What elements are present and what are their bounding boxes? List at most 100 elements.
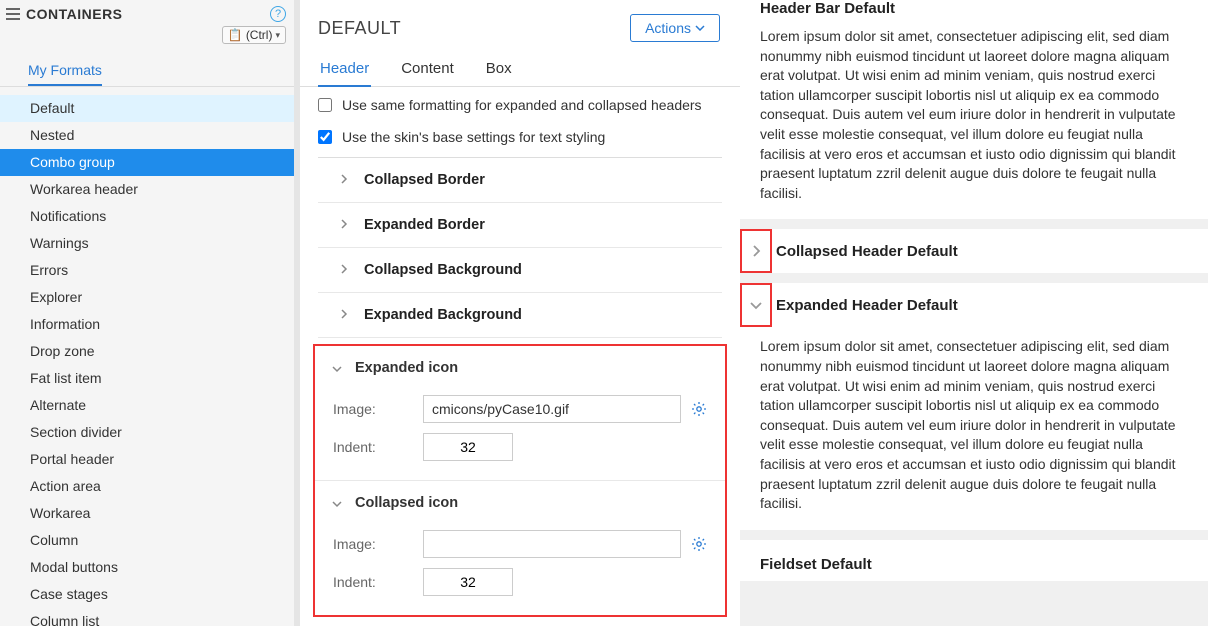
chevron-down-icon	[749, 300, 763, 310]
format-item[interactable]: Action area	[0, 473, 294, 500]
section-row[interactable]: Collapsed Border	[318, 158, 722, 203]
format-item[interactable]: Portal header	[0, 446, 294, 473]
chevron-right-icon	[338, 172, 350, 188]
preview-panel: Header Bar Default Lorem ipsum dolor sit…	[740, 0, 1208, 626]
collapsed-icon-header[interactable]: Collapsed icon	[325, 495, 715, 525]
collapsed-icon-image-row: Image:	[325, 525, 715, 563]
section-title: Collapsed Border	[364, 172, 485, 188]
section-row[interactable]: Expanded Background	[318, 293, 722, 338]
image-label: Image:	[333, 536, 413, 552]
format-item[interactable]: Column list	[0, 608, 294, 626]
settings-tab[interactable]: Header	[318, 52, 371, 87]
check-same-formatting-label: Use same formatting for expanded and col…	[342, 97, 702, 113]
section-row[interactable]: Collapsed Background	[318, 248, 722, 293]
sections-list: Collapsed Border Expanded Border Collapsed…	[300, 158, 740, 338]
format-item[interactable]: Fat list item	[0, 365, 294, 392]
collapsed-icon-title: Collapsed icon	[355, 495, 458, 511]
check-skin-base-box[interactable]	[318, 130, 332, 144]
expanded-icon-indent-input[interactable]	[423, 433, 513, 461]
ctrl-chip-label: (Ctrl)	[246, 28, 273, 42]
ctrl-chip[interactable]: 📋 (Ctrl) ▾	[222, 26, 286, 44]
format-list: DefaultNestedCombo groupWorkarea headerN…	[0, 95, 294, 626]
collapsed-chevron-box	[740, 229, 772, 273]
gear-icon[interactable]	[691, 536, 707, 552]
icon-settings-highlight: Expanded icon Image: Indent: Collapsed i…	[313, 344, 727, 617]
settings-tab[interactable]: Content	[399, 52, 456, 86]
expanded-icon-section: Expanded icon Image: Indent:	[315, 346, 725, 481]
collapsed-icon-section: Collapsed icon Image: Indent:	[315, 481, 725, 615]
section-title: Collapsed Background	[364, 262, 522, 278]
preview-collapsed-header[interactable]: Collapsed Header Default	[740, 229, 1208, 273]
format-item[interactable]: Combo group	[0, 149, 294, 176]
expanded-icon-header[interactable]: Expanded icon	[325, 360, 715, 390]
format-item[interactable]: Nested	[0, 122, 294, 149]
format-item[interactable]: Case stages	[0, 581, 294, 608]
clipboard-icon: 📋	[228, 28, 243, 42]
preview-header-bar-title: Header Bar Default	[740, 0, 1208, 27]
format-item[interactable]: Explorer	[0, 284, 294, 311]
hamburger-icon[interactable]	[6, 8, 20, 20]
chevron-right-icon	[338, 307, 350, 323]
indent-label: Indent:	[333, 574, 413, 590]
chevron-down-icon	[695, 25, 705, 31]
format-item[interactable]: Information	[0, 311, 294, 338]
caret-down-icon: ▾	[275, 30, 280, 41]
section-title: Expanded Background	[364, 307, 522, 323]
expanded-icon-image-row: Image:	[325, 390, 715, 428]
check-skin-base: Use the skin's base settings for text st…	[300, 119, 740, 151]
format-item[interactable]: Warnings	[0, 230, 294, 257]
preview-expanded-body-block: Lorem ipsum dolor sit amet, consectetuer…	[740, 327, 1208, 529]
check-skin-base-label: Use the skin's base settings for text st…	[342, 129, 605, 145]
sidebar-header: CONTAINERS ?	[0, 0, 294, 24]
actions-button-label: Actions	[645, 20, 691, 36]
ctrl-chip-row: 📋 (Ctrl) ▾	[0, 24, 294, 50]
format-item[interactable]: Notifications	[0, 203, 294, 230]
image-label: Image:	[333, 401, 413, 417]
chevron-down-icon	[331, 360, 343, 376]
settings-tabs: Header Content Box	[300, 52, 740, 87]
settings-tab[interactable]: Box	[484, 52, 514, 86]
collapsed-icon-indent-input[interactable]	[423, 568, 513, 596]
sidebar-title: CONTAINERS	[26, 6, 270, 22]
check-same-formatting: Use same formatting for expanded and col…	[300, 87, 740, 119]
format-item[interactable]: Column	[0, 527, 294, 554]
format-item[interactable]: Section divider	[0, 419, 294, 446]
preview-collapsed-title: Collapsed Header Default	[776, 231, 958, 272]
settings-title: DEFAULT	[318, 18, 630, 39]
chevron-down-icon	[331, 495, 343, 511]
expanded-icon-indent-row: Indent:	[325, 428, 715, 466]
format-item[interactable]: Errors	[0, 257, 294, 284]
format-item[interactable]: Alternate	[0, 392, 294, 419]
chevron-right-icon	[338, 262, 350, 278]
collapsed-icon-image-input[interactable]	[423, 530, 681, 558]
indent-label: Indent:	[333, 439, 413, 455]
format-item[interactable]: Workarea	[0, 500, 294, 527]
expanded-icon-title: Expanded icon	[355, 360, 458, 376]
format-item[interactable]: Modal buttons	[0, 554, 294, 581]
preview-expanded-header[interactable]: Expanded Header Default	[740, 283, 1208, 327]
preview-expanded-title: Expanded Header Default	[776, 285, 958, 326]
preview-expanded-body: Lorem ipsum dolor sit amet, consectetuer…	[740, 327, 1208, 529]
preview-header-bar-body: Lorem ipsum dolor sit amet, consectetuer…	[740, 27, 1208, 219]
section-row[interactable]: Expanded Border	[318, 203, 722, 248]
format-item[interactable]: Drop zone	[0, 338, 294, 365]
check-same-formatting-box[interactable]	[318, 98, 332, 112]
chevron-right-icon	[751, 244, 761, 258]
expanded-chevron-box	[740, 283, 772, 327]
expanded-icon-image-input[interactable]	[423, 395, 681, 423]
section-title: Expanded Border	[364, 217, 485, 233]
tab-my-formats[interactable]: My Formats	[28, 62, 102, 86]
preview-header-bar: Header Bar Default Lorem ipsum dolor sit…	[740, 0, 1208, 219]
format-item[interactable]: Default	[0, 95, 294, 122]
settings-panel: DEFAULT Actions Header Content Box Use sam…	[300, 0, 740, 626]
sidebar: CONTAINERS ? 📋 (Ctrl) ▾ My Formats Defau…	[0, 0, 300, 626]
gear-icon[interactable]	[691, 401, 707, 417]
sidebar-tabs: My Formats	[0, 50, 294, 86]
help-icon[interactable]: ?	[270, 6, 286, 22]
format-item[interactable]: Workarea header	[0, 176, 294, 203]
collapsed-icon-indent-row: Indent:	[325, 563, 715, 601]
settings-header: DEFAULT Actions	[300, 10, 740, 52]
chevron-right-icon	[338, 217, 350, 233]
actions-button[interactable]: Actions	[630, 14, 720, 42]
preview-fieldset-title: Fieldset Default	[740, 540, 1208, 581]
